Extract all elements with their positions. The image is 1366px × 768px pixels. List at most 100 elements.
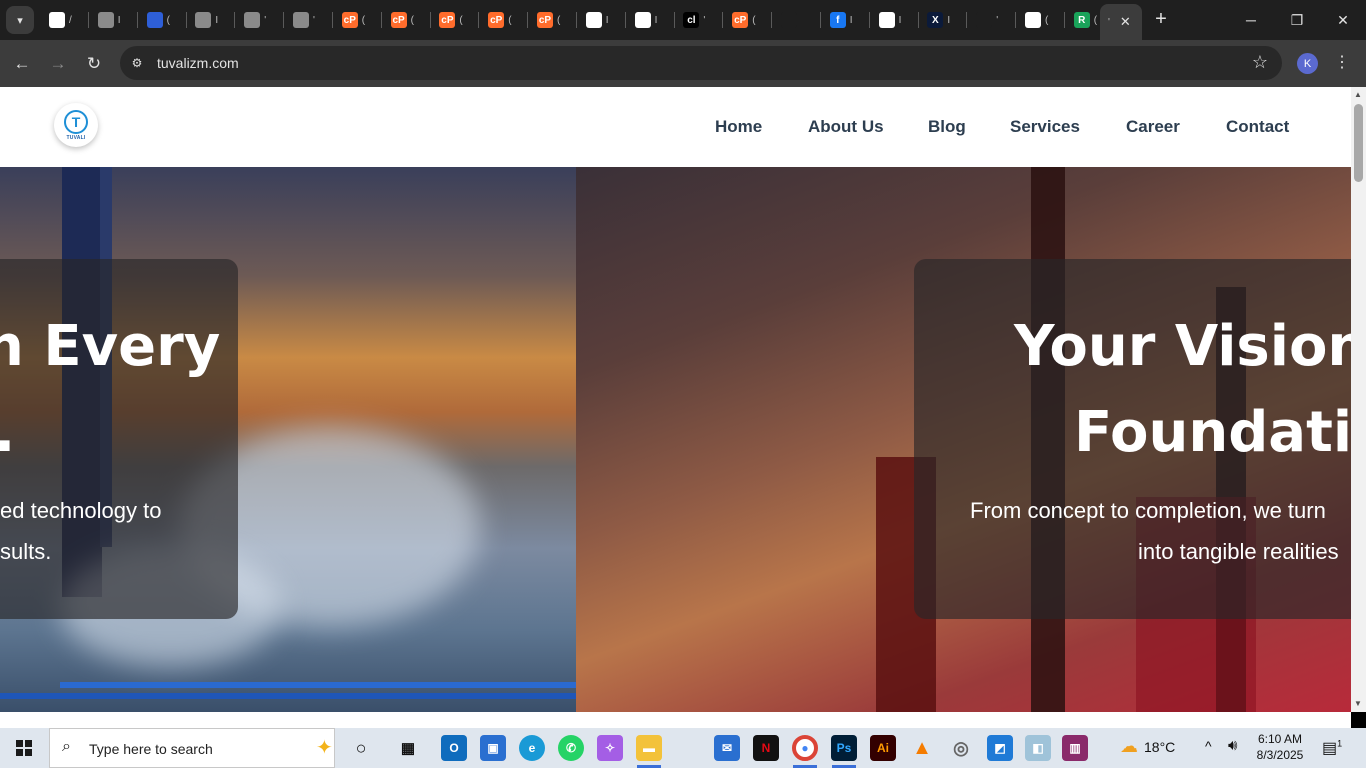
browser-tab[interactable]: (	[139, 6, 186, 34]
notifications-count: 1	[1337, 738, 1343, 749]
cpanel-icon: cP	[537, 12, 553, 28]
browser-tab[interactable]: fI	[822, 6, 869, 34]
close-window-button[interactable]: ✕	[1320, 6, 1366, 34]
browser-tab[interactable]: cP(	[431, 6, 478, 34]
page-section-below	[0, 712, 1351, 728]
file-explorer-icon[interactable]: ▬	[636, 735, 662, 761]
tab-title-fragment: (	[459, 14, 463, 26]
app-icon[interactable]: ◧	[1025, 735, 1051, 761]
browser-tab[interactable]: '	[968, 6, 1015, 34]
task-view-icon[interactable]: ▦	[395, 735, 421, 761]
logo-wordmark: TUVALI	[66, 134, 86, 141]
browser-tab[interactable]	[773, 6, 820, 34]
globe-icon	[244, 12, 261, 28]
tab-title-fragment: '	[703, 14, 706, 26]
weather-widget[interactable]: ☁ 18°C	[1120, 736, 1175, 757]
globe-icon	[195, 12, 212, 28]
new-tab-button[interactable]: +	[1150, 8, 1172, 30]
winrar-icon[interactable]: ▥	[1062, 735, 1088, 761]
tab-title-fragment: '	[264, 14, 267, 26]
browser-tab[interactable]: cP(	[480, 6, 527, 34]
microsoft-store-icon[interactable]: ▣	[480, 735, 506, 761]
forward-button[interactable]: →	[45, 51, 71, 77]
url-text[interactable]: tuvalizm.com	[157, 55, 239, 71]
browser-tab[interactable]: cP(	[383, 6, 430, 34]
nav-home[interactable]: Home	[715, 117, 762, 137]
copilot-sparkle-icon: ✦	[316, 737, 333, 759]
browser-tab[interactable]: /	[41, 6, 88, 34]
nav-about-us[interactable]: About Us	[808, 117, 884, 137]
browser-tab[interactable]: G(	[1017, 6, 1064, 34]
hero-right-sub-line2: into tangible realities	[1138, 539, 1339, 564]
close-tab-icon[interactable]: ✕	[1120, 14, 1131, 30]
hero-card-left	[0, 259, 238, 619]
tab-title-fragment: (	[557, 14, 561, 26]
vlc-icon[interactable]: ▲	[909, 735, 935, 761]
volume-icon[interactable]: 🔊︎	[1228, 737, 1237, 754]
chrome-icon[interactable]: ●	[792, 735, 818, 761]
tab-title-fragment: I	[215, 14, 219, 26]
site-info-icon[interactable]: ⚙	[128, 54, 146, 72]
scroll-down-icon[interactable]: ▼	[1354, 699, 1362, 708]
browser-tab[interactable]: GI	[871, 6, 918, 34]
taskbar-search-box[interactable]: ⌕ Type here to search ✦	[49, 728, 335, 768]
netflix-icon[interactable]: N	[753, 735, 779, 761]
photos-icon[interactable]: ◩	[987, 735, 1013, 761]
browser-tab[interactable]: I	[627, 6, 674, 34]
page-scrollbar[interactable]: ▲ ▼	[1351, 87, 1366, 712]
outlook-icon[interactable]: O	[441, 735, 467, 761]
page-viewport: T TUVALI Home About Us Blog Services Car…	[0, 87, 1351, 712]
browser-tab[interactable]: XI	[919, 6, 966, 34]
taskbar-search-placeholder: Type here to search	[89, 741, 213, 757]
browser-tab[interactable]: I	[578, 6, 625, 34]
show-hidden-icons-icon[interactable]: ^	[1205, 738, 1212, 754]
clock-time: 6:10 AM	[1257, 732, 1303, 746]
site-header: T TUVALI Home About Us Blog Services Car…	[0, 87, 1351, 167]
profile-avatar[interactable]: K	[1297, 53, 1318, 74]
copilot-icon[interactable]: ✧	[597, 735, 623, 761]
nav-blog[interactable]: Blog	[928, 117, 966, 137]
reload-button[interactable]: ↻	[81, 51, 107, 77]
site-favicon-icon	[49, 12, 65, 28]
taskbar-clock[interactable]: 6:10 AM 8/3/2025	[1256, 731, 1304, 763]
cortana-icon[interactable]: ○	[348, 735, 374, 761]
tab-title-fragment: I	[947, 14, 951, 26]
nav-services[interactable]: Services	[1010, 117, 1080, 137]
browser-tab[interactable]: I	[90, 6, 137, 34]
browser-tab[interactable]: cl '	[675, 6, 722, 34]
site-logo[interactable]: T TUVALI	[54, 103, 98, 147]
clock-date: 8/3/2025	[1256, 748, 1304, 762]
nav-contact[interactable]: Contact	[1226, 117, 1289, 137]
browser-tab-active[interactable]: ' ✕	[1100, 4, 1142, 40]
start-button[interactable]	[8, 736, 40, 760]
browser-menu-icon[interactable]: ⋮	[1334, 52, 1350, 72]
bookmark-star-icon[interactable]: ☆	[1252, 52, 1268, 73]
google-icon: G	[1025, 12, 1041, 28]
browser-tab[interactable]: cP(	[334, 6, 381, 34]
browser-tab[interactable]: '	[236, 6, 283, 34]
cpanel-icon: cP	[439, 12, 456, 28]
tab-title-fragment: '	[313, 14, 315, 26]
minimize-button[interactable]: ─	[1228, 6, 1274, 34]
scroll-up-icon[interactable]: ▲	[1354, 90, 1362, 99]
tab-title-fragment: (	[1045, 14, 1049, 26]
tab-search-button[interactable]: ▾	[6, 6, 34, 34]
mail-icon[interactable]: ✉	[714, 735, 740, 761]
whatsapp-icon[interactable]: ✆	[558, 735, 584, 761]
restore-button[interactable]: ❐	[1274, 6, 1320, 34]
illustrator-icon[interactable]: Ai	[870, 735, 896, 761]
photoshop-icon[interactable]: Ps	[831, 735, 857, 761]
tab-title-fragment: (	[410, 14, 414, 26]
browser-tab[interactable]: I	[187, 6, 234, 34]
address-bar[interactable]: ⚙ tuvalizm.com ☆	[120, 46, 1282, 80]
cpanel-icon: cP	[732, 12, 749, 28]
back-button[interactable]: ←	[9, 51, 35, 77]
scrollbar-thumb[interactable]	[1354, 104, 1363, 182]
browser-tab[interactable]: cP (	[529, 6, 576, 34]
browser-tab[interactable]: cP(	[724, 6, 771, 34]
browser-tab[interactable]: '	[285, 6, 332, 34]
notifications-icon[interactable]: ▤1	[1322, 738, 1342, 758]
nav-career[interactable]: Career	[1126, 117, 1180, 137]
edge-icon[interactable]: e	[519, 735, 545, 761]
app-icon[interactable]: ◎	[948, 735, 974, 761]
